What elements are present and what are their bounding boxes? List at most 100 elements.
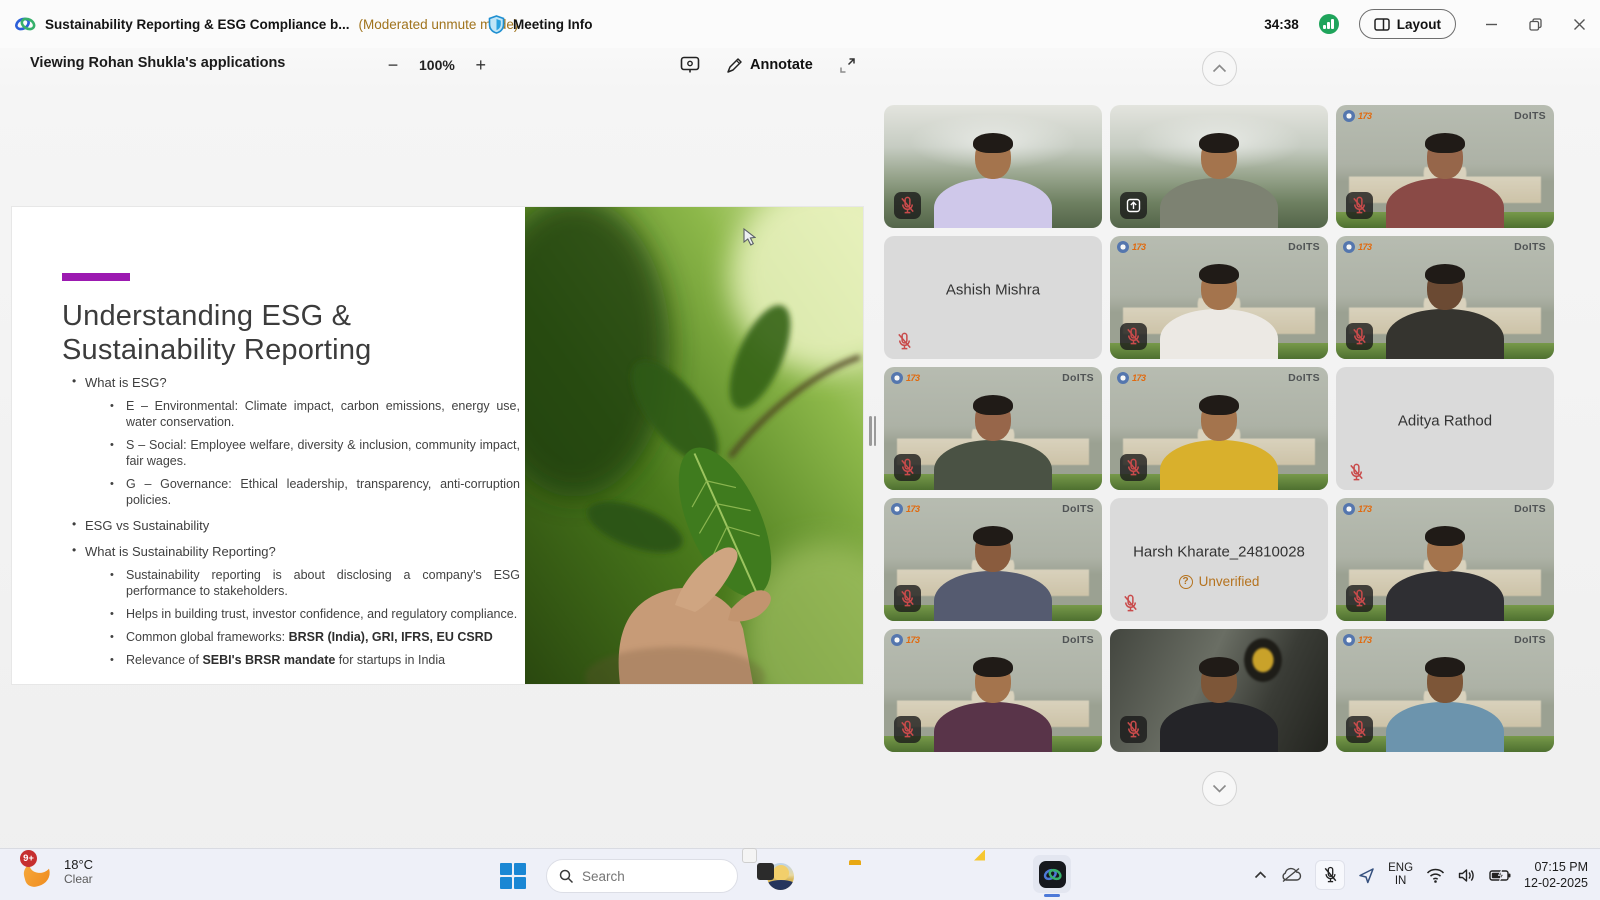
slide-bullet: ESG vs Sustainability — [66, 517, 520, 534]
institute-seal-icon — [1117, 241, 1129, 253]
edge-browser-icon[interactable] — [941, 863, 968, 890]
annotate-label: Annotate — [750, 57, 813, 73]
mic-muted-icon — [894, 716, 921, 743]
institute-seal-icon — [1343, 634, 1355, 646]
participant-tile[interactable]: 173 DoITS — [1336, 629, 1554, 752]
anniversary-logo: 173 — [906, 373, 920, 383]
iit-roorkee-logos: 173 — [1343, 110, 1372, 122]
doits-watermark: DoITS — [1514, 634, 1546, 646]
app-window: Sustainability Reporting & ESG Complianc… — [0, 0, 1600, 900]
tray-mic-muted-icon[interactable] — [1315, 860, 1345, 890]
mic-muted-icon — [1346, 192, 1373, 219]
anniversary-logo: 173 — [1132, 242, 1146, 252]
doits-watermark: DoITS — [1288, 372, 1320, 384]
participant-tile[interactable] — [1110, 629, 1328, 752]
layout-button[interactable]: Layout — [1359, 9, 1456, 39]
expand-view-icon[interactable] — [839, 57, 856, 74]
minimize-button[interactable] — [1482, 15, 1500, 33]
pen-icon — [726, 57, 743, 74]
participant-name: Ashish Mishra — [884, 282, 1102, 299]
notes-app-icon[interactable] — [987, 863, 1014, 890]
brave-browser-icon[interactable] — [895, 863, 922, 890]
participant-tile[interactable]: 173 DoITS — [884, 629, 1102, 752]
slide-bullet: What is Sustainability Reporting?Sustain… — [66, 543, 520, 668]
clock-widget[interactable]: 07:15 PM12-02-2025 — [1524, 859, 1588, 891]
participant-tile[interactable]: 173 DoITS — [1336, 105, 1554, 228]
language-switcher[interactable]: ENGIN — [1388, 862, 1413, 888]
anniversary-logo: 173 — [1358, 111, 1372, 121]
participant-tile[interactable]: 173 DoITS — [884, 367, 1102, 490]
notification-badge: 9+ — [20, 850, 37, 867]
participant-tile[interactable]: 173 DoITS — [884, 498, 1102, 621]
screen-share-view-icon[interactable] — [680, 56, 700, 74]
participant-tile[interactable]: Ashish Mishra — [884, 236, 1102, 359]
start-button[interactable] — [500, 863, 527, 890]
anniversary-logo: 173 — [1132, 373, 1146, 383]
sharing-indicator-icon — [1120, 192, 1147, 219]
onedrive-paused-icon[interactable] — [1280, 867, 1302, 883]
slide-bullet-list: What is ESG?E – Environmental: Climate i… — [66, 374, 520, 677]
zoom-in-button[interactable]: + — [471, 55, 491, 75]
weather-widget[interactable]: 9+ 18°C Clear — [22, 854, 93, 888]
wifi-icon[interactable] — [1426, 868, 1445, 883]
battery-charging-icon[interactable] — [1489, 869, 1511, 882]
mic-muted-icon — [894, 192, 921, 219]
doits-watermark: DoITS — [1062, 634, 1094, 646]
connection-quality-icon[interactable] — [1319, 14, 1339, 34]
task-view-button[interactable] — [757, 863, 784, 890]
mic-muted-icon — [1348, 463, 1365, 482]
doits-watermark: DoITS — [1062, 372, 1094, 384]
mic-muted-icon — [1120, 454, 1147, 481]
meeting-info-button[interactable]: Meeting Info — [488, 0, 593, 48]
doits-watermark: DoITS — [1514, 110, 1546, 122]
participant-tile[interactable]: Aditya Rathod — [1336, 367, 1554, 490]
slide-leaf-image — [525, 207, 863, 684]
search-field[interactable] — [582, 869, 759, 884]
mic-muted-icon — [1122, 594, 1139, 613]
participant-tile[interactable] — [1110, 105, 1328, 228]
participant-tile[interactable]: 173 DoITS — [1110, 367, 1328, 490]
mic-muted-icon — [894, 454, 921, 481]
weather-condition: Clear — [64, 872, 93, 886]
mic-muted-icon — [1346, 323, 1373, 350]
webex-logo-icon — [14, 13, 36, 35]
search-input[interactable] — [546, 859, 738, 893]
iit-roorkee-logos: 173 — [891, 634, 920, 646]
doits-watermark: DoITS — [1062, 503, 1094, 515]
mic-muted-icon — [1120, 716, 1147, 743]
mic-muted-icon — [1120, 323, 1147, 350]
participant-tile[interactable]: Harsh Kharate_24810028?Unverified — [1110, 498, 1328, 621]
anniversary-logo: 173 — [1358, 635, 1372, 645]
panel-resize-handle[interactable] — [869, 416, 879, 446]
zoom-out-button[interactable]: − — [383, 55, 403, 75]
participant-tile[interactable]: 173DoITS — [1336, 498, 1554, 621]
scroll-up-button[interactable] — [1202, 51, 1237, 86]
anniversary-logo: 173 — [906, 504, 920, 514]
webex-app-icon[interactable] — [1033, 855, 1071, 893]
participant-tile[interactable]: 173DoITS — [1110, 236, 1328, 359]
close-button[interactable] — [1570, 15, 1588, 33]
slide-sub-bullet: E – Environmental: Climate impact, carbo… — [66, 398, 520, 430]
zoom-level: 100% — [419, 57, 455, 73]
tray-chevron-up-icon[interactable] — [1254, 871, 1267, 879]
annotate-button[interactable]: Annotate — [726, 57, 813, 74]
iit-roorkee-logos: 173 — [891, 372, 920, 384]
participant-tile[interactable]: 173DoITS — [1336, 236, 1554, 359]
institute-seal-icon — [891, 634, 903, 646]
institute-seal-icon — [1343, 110, 1355, 122]
search-icon — [559, 869, 574, 884]
iit-roorkee-logos: 173 — [891, 503, 920, 515]
file-explorer-icon[interactable] — [849, 863, 876, 890]
location-icon[interactable] — [1358, 867, 1375, 884]
doits-watermark: DoITS — [1514, 503, 1546, 515]
volume-icon[interactable] — [1458, 868, 1476, 883]
scroll-down-button[interactable] — [1202, 771, 1237, 806]
slide-title: Understanding ESG & Sustainability Repor… — [62, 299, 371, 367]
anniversary-logo: 173 — [906, 635, 920, 645]
restore-button[interactable] — [1526, 15, 1544, 33]
participant-tile[interactable] — [884, 105, 1102, 228]
copilot-icon[interactable] — [803, 863, 830, 890]
layout-grid-icon — [1374, 18, 1390, 31]
taskbar: 9+ 18°C Clear — [0, 848, 1600, 900]
meeting-info-label: Meeting Info — [513, 17, 593, 32]
